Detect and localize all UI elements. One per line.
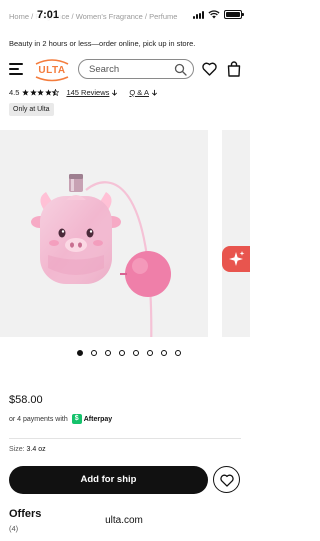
gallery-dot[interactable] [119, 350, 125, 356]
star-half-icon [52, 88, 60, 96]
star-full-icon [22, 88, 30, 96]
clock: 7:01 [35, 9, 62, 21]
qa-link[interactable]: Q & A [129, 88, 149, 97]
favorites-heart-icon[interactable] [202, 62, 217, 76]
promo-banner[interactable]: Beauty in 2 hours or less—order online, … [9, 39, 195, 48]
next-image-peek[interactable] [222, 130, 250, 337]
reviews-link[interactable]: 145 Reviews [66, 88, 109, 97]
payments-text: or 4 payments with [9, 415, 68, 423]
rating-value: 4.5 [9, 87, 20, 97]
arrow-down-icon [151, 89, 157, 96]
star-full-icon [37, 88, 45, 96]
url-bar[interactable]: ulta.com [91, 510, 157, 532]
product-price: $58.00 [9, 394, 43, 406]
battery-icon [224, 10, 244, 19]
perfume-bottle-image [31, 174, 171, 337]
gallery-dot[interactable] [147, 350, 153, 356]
gallery-dot[interactable] [77, 350, 83, 356]
gallery-dot[interactable] [91, 350, 97, 356]
status-icons [193, 10, 244, 19]
afterpay-icon: $ [71, 414, 82, 424]
star-full-icon [45, 88, 52, 96]
menu-icon[interactable] [9, 63, 23, 75]
rating-row: 4.5 145 Reviews Q & A [9, 86, 158, 98]
gallery-dot[interactable] [175, 350, 181, 356]
payment-options: or 4 payments with $ Afterpay [9, 413, 112, 425]
search-placeholder: Search [89, 64, 120, 75]
ulta-logo[interactable]: ULTA [32, 58, 72, 82]
afterpay-label[interactable]: Afterpay [84, 416, 112, 423]
search-icon[interactable] [174, 63, 187, 76]
gallery-dot[interactable] [133, 350, 139, 356]
star-rating [22, 88, 60, 96]
ai-assistant-button[interactable] [222, 246, 250, 272]
shopping-bag-icon[interactable] [227, 61, 241, 77]
gallery-dot[interactable] [161, 350, 167, 356]
size-label: Size: [9, 446, 25, 453]
offers-heading[interactable]: Offers [9, 508, 41, 520]
size-info: Size: 3.4 oz [9, 446, 46, 453]
gallery-pagination [77, 350, 181, 356]
product-image-gallery[interactable] [0, 130, 208, 337]
size-value: 3.4 oz [26, 446, 46, 453]
site-header: ULTA Search [0, 55, 250, 85]
sparkle-icon [229, 251, 245, 266]
search-input[interactable]: Search [78, 59, 194, 79]
arrow-down-icon [112, 89, 118, 96]
exclusive-badge: Only at Ulta [9, 103, 54, 116]
cellular-signal-icon [193, 10, 204, 19]
status-bar: Home / Fragrance / Women's Fragrance / P… [0, 0, 250, 32]
logo-text: ULTA [38, 65, 66, 76]
add-for-ship-button[interactable]: Add for ship [9, 466, 208, 494]
divider [9, 438, 241, 439]
star-full-icon [30, 88, 37, 96]
wifi-icon [208, 10, 220, 19]
gallery-dot[interactable] [105, 350, 111, 356]
offers-count: (4) [9, 524, 19, 533]
add-to-wishlist-button[interactable] [213, 466, 240, 493]
heart-icon [220, 474, 234, 487]
